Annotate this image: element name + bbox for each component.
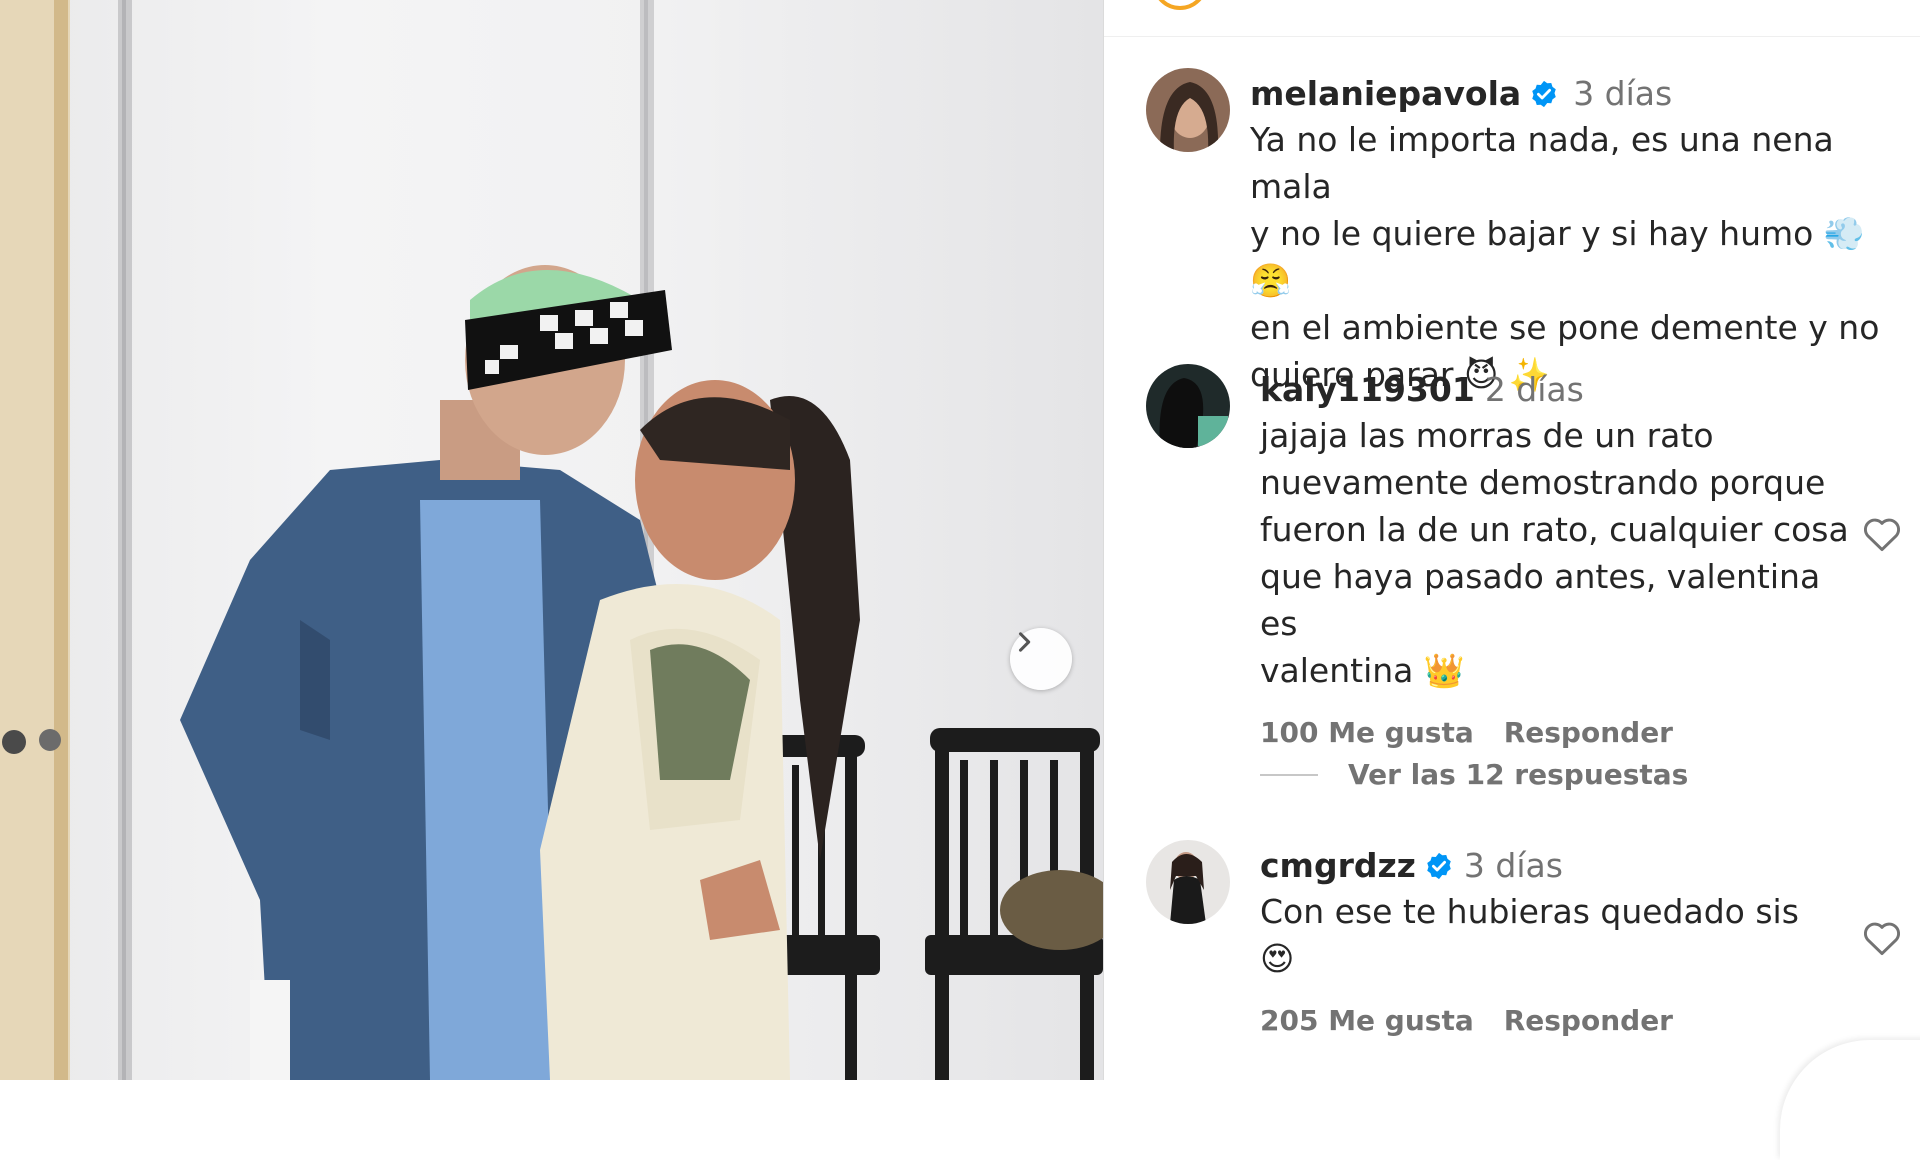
avatar[interactable] (1146, 840, 1230, 924)
comment-text-line: que haya pasado antes, valentina es (1260, 557, 1821, 643)
reply-button[interactable]: Responder (1504, 1004, 1673, 1037)
comment-text-line: 😍 (1260, 939, 1295, 978)
comment-username[interactable]: cmgrdzz (1260, 846, 1416, 885)
comment-actions: 205 Me gusta Responder (1260, 1004, 1860, 1037)
post-author-avatar-ring[interactable] (1152, 0, 1208, 10)
comment-text-line: jajaja las morras de un rato (1260, 416, 1714, 455)
comment-time[interactable]: 2 días (1485, 370, 1584, 409)
comment-text-line: Ya no le importa nada, es una nena mala (1250, 120, 1834, 206)
avatar-image (1146, 840, 1230, 924)
comment-header: melaniepavola 3 días (1250, 72, 1900, 116)
like-heart-icon[interactable] (1860, 512, 1904, 556)
verified-badge-icon (1532, 80, 1556, 108)
reply-button[interactable]: Responder (1504, 716, 1673, 749)
comment-username[interactable]: kaly119301 (1260, 370, 1475, 409)
header-divider (1104, 36, 1920, 37)
comment-body: kaly119301 2 días jajaja las morras de un… (1260, 368, 1860, 749)
likes-count[interactable]: 100 Me gusta (1260, 716, 1474, 749)
next-photo-button[interactable] (1010, 628, 1072, 690)
comment-text-line: Con ese te hubieras quedado sis (1260, 892, 1799, 931)
avatar-image (1146, 364, 1230, 448)
avatar-image (1146, 68, 1230, 152)
avatar[interactable] (1146, 68, 1230, 152)
post-photo[interactable] (0, 0, 1103, 1080)
likes-count[interactable]: 205 Me gusta (1260, 1004, 1474, 1037)
comment-body: cmgrdzz 3 días Con ese te hubieras quedad… (1260, 844, 1860, 1037)
comment-actions: 100 Me gusta Responder (1260, 716, 1860, 749)
comment-body: melaniepavola 3 días Ya no le importa nad… (1250, 72, 1900, 398)
view-replies-label: Ver las 12 respuestas (1348, 758, 1689, 791)
comment-time[interactable]: 3 días (1464, 846, 1563, 885)
comment-time[interactable]: 3 días (1573, 74, 1672, 113)
comment-text: jajaja las morras de un rato nuevamente … (1260, 412, 1860, 694)
comment-text-line: valentina 👑 (1260, 651, 1465, 690)
comments-panel: melaniepavola 3 días Ya no le importa nad… (1104, 0, 1920, 1080)
verified-badge-icon (1427, 852, 1451, 880)
chevron-right-icon (1018, 632, 1031, 652)
comment-text: Con ese te hubieras quedado sis 😍 (1260, 888, 1860, 982)
comment-text-line: en el ambiente se pone demente y no (1250, 308, 1880, 347)
instagram-post-view: melaniepavola 3 días Ya no le importa nad… (0, 0, 1920, 1160)
like-heart-icon[interactable] (1860, 916, 1904, 960)
replies-divider-line (1260, 773, 1318, 776)
comment-header: kaly119301 2 días (1260, 368, 1860, 412)
comment-text-line: fueron la de un rato, cualquier cosa (1260, 510, 1849, 549)
comment-text: Ya no le importa nada, es una nena mala … (1250, 116, 1900, 398)
comment-text-line: nuevamente demostrando porque (1260, 463, 1826, 502)
photo-illustration (0, 0, 1103, 1080)
comment-header: cmgrdzz 3 días (1260, 844, 1860, 888)
view-replies-button[interactable]: Ver las 12 respuestas (1260, 758, 1688, 791)
avatar[interactable] (1146, 364, 1230, 448)
comment-username[interactable]: melaniepavola (1250, 74, 1521, 113)
comment-text-line: y no le quiere bajar y si hay humo 💨 😤 (1250, 214, 1865, 300)
